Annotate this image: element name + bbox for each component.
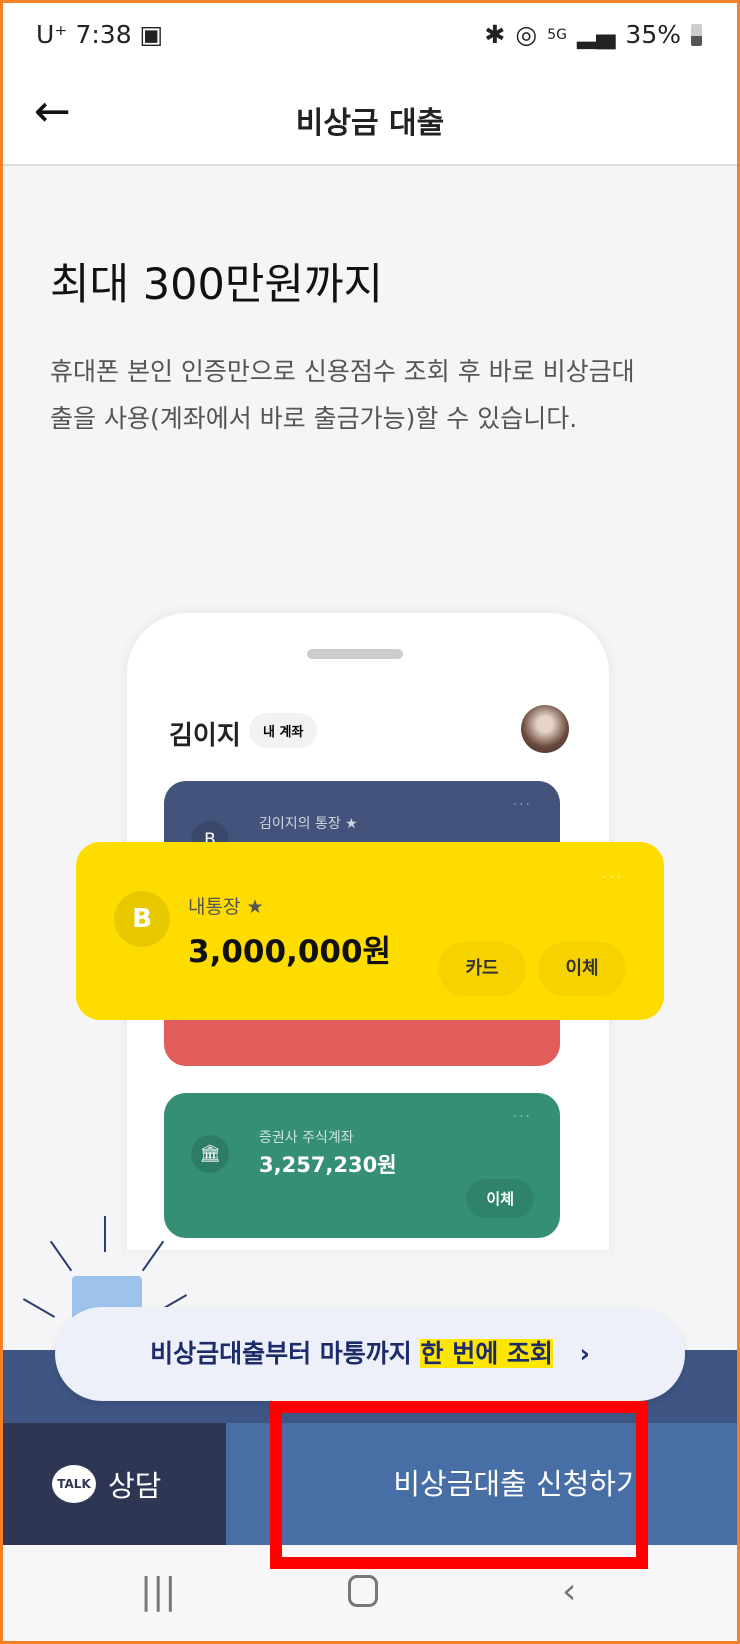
banner-text: 비상금대출부터 마통까지 [150,1339,421,1368]
light-ray [22,1298,56,1318]
gallery-icon: ▣ [139,20,164,49]
hero-description: 휴대폰 본인 인증만으로 신용점수 조회 후 바로 비상금대출을 사용(계좌에서… [50,357,635,433]
transfer-button: 이체 [538,942,626,996]
signal-icon: ▂▄ [576,20,616,49]
mock-account-chip: 내 계좌 [249,713,318,748]
mock-account-card: ··· 🏛 증권사 주식계좌 3,257,230원 이체 [164,1093,560,1238]
recent-apps-icon[interactable]: ||| [140,1571,176,1612]
signal-5g-icon: 5G [547,26,567,43]
carrier: U⁺ [36,20,68,49]
battery-text: 35% [625,20,681,49]
account-title: 김이지의 통장 ★ [259,816,358,832]
more-icon: ··· [512,797,532,813]
account-title: 내통장 ★ [188,896,264,918]
bank-building-icon: 🏛 [191,1135,229,1173]
light-ray [104,1216,106,1252]
hotspot-icon: ◎ [515,20,538,49]
loan-compare-banner[interactable]: 비상금대출부터 마통까지 한 번에 조회 › [55,1307,685,1401]
back-nav-icon[interactable]: ‹ [562,1571,576,1612]
consult-label: 상담 [108,1469,162,1503]
account-amount: 3,000,000원 [188,934,392,970]
mock-user-name: 김이지 [169,721,241,751]
card-button: 카드 [438,942,526,996]
status-bar: U⁺ 7:38 ▣ ✱ ◎ 5G ▂▄ 35% [0,0,740,70]
more-icon: ··· [512,1109,532,1125]
kakao-talk-icon: TALK [52,1465,96,1503]
bluetooth-icon: ✱ [484,20,506,49]
phone-notch [307,649,403,659]
time: 7:38 [75,20,132,49]
account-title: 증권사 주식계좌 [259,1130,354,1146]
light-ray [49,1240,73,1272]
hero-heading: 최대 300만원까지 [50,260,384,310]
highlight-box [270,1401,648,1569]
avatar [521,705,569,753]
chevron-right-icon: › [579,1339,590,1368]
home-icon[interactable] [348,1575,378,1607]
battery-icon [691,23,702,46]
banner-highlight: 한 번에 조회 [420,1339,553,1368]
page-title: 비상금 대출 [295,106,445,141]
app-header: ← 비상금 대출 [0,70,740,166]
mock-main-account-card: ··· B 내통장 ★ 3,000,000원 카드 이체 [76,842,664,1020]
transfer-button: 이체 [466,1179,534,1218]
account-amount: 3,257,230원 [259,1153,397,1177]
more-icon: ··· [601,870,624,886]
bank-logo-icon: B [114,891,170,947]
kakao-talk-consult-button[interactable]: TALK 상담 [0,1423,226,1545]
